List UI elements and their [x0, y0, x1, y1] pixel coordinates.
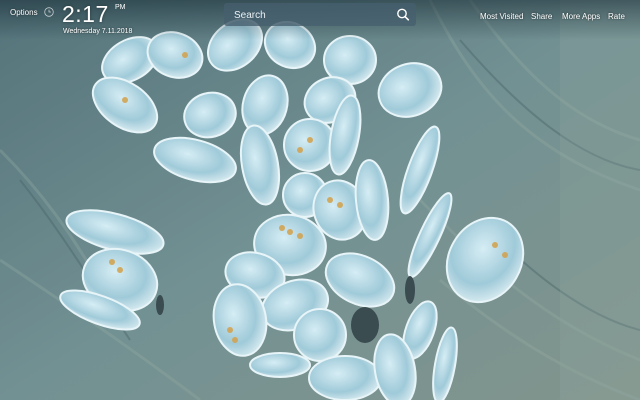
clock-ampm: PM — [115, 4, 126, 11]
options-button[interactable]: Options — [10, 8, 38, 17]
share-link[interactable]: Share — [531, 12, 552, 21]
wallpaper-background — [0, 0, 640, 400]
more-apps-link[interactable]: More Apps — [562, 12, 600, 21]
clock-icon[interactable] — [44, 7, 54, 17]
search-input[interactable] — [232, 6, 396, 25]
search-box — [224, 3, 416, 26]
rate-link[interactable]: Rate — [608, 12, 625, 21]
clock-date: Wednesday 7.11.2018 — [63, 28, 133, 35]
search-icon[interactable] — [394, 6, 412, 23]
clock-time: 2:17 — [62, 1, 109, 27]
most-visited-link[interactable]: Most Visited — [480, 12, 523, 21]
